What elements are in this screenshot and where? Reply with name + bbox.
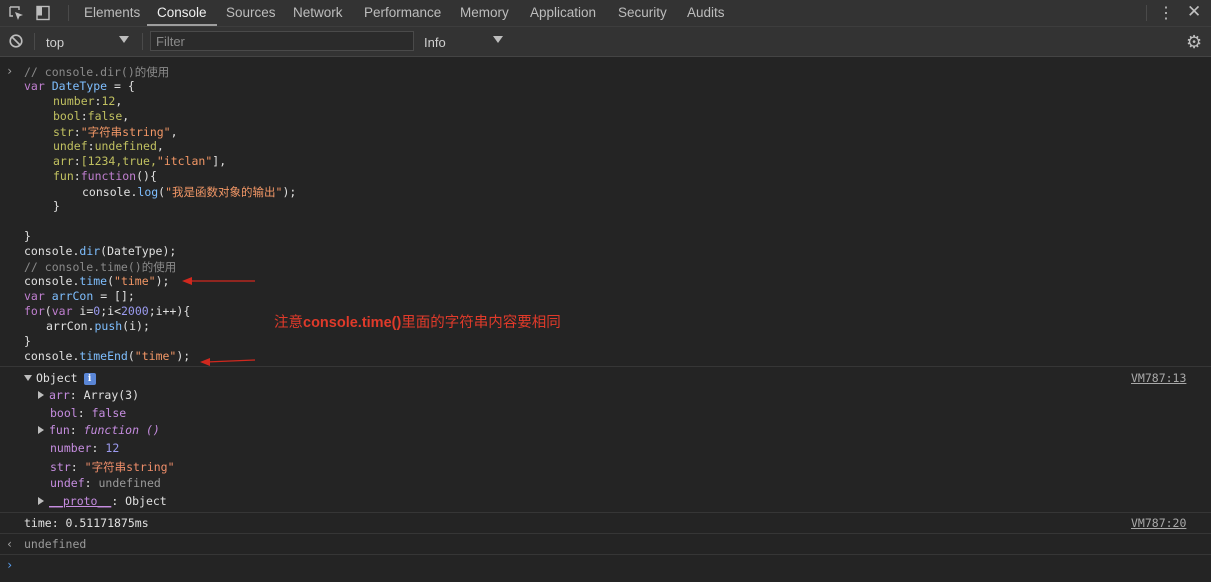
expand-down-icon[interactable]: [24, 375, 32, 381]
console-toolbar: top Filter Info ⚙: [0, 27, 1211, 57]
input-chevron-icon: ›: [6, 64, 14, 78]
object-prop-number: number: 12: [50, 441, 120, 455]
row-separator: [0, 533, 1211, 534]
tab-separator: [68, 5, 69, 21]
code-line: var DateType = {: [24, 79, 135, 93]
tab-security[interactable]: Security: [618, 0, 667, 26]
code-line: }: [53, 199, 60, 213]
devtools-tab-bar: Elements Console Sources Network Perform…: [0, 0, 1211, 27]
source-link[interactable]: VM787:13: [1131, 371, 1186, 385]
object-prop-undef: undef: undefined: [50, 476, 161, 490]
row-separator: [0, 366, 1211, 367]
object-prop-bool: bool: false: [50, 406, 127, 420]
gear-icon[interactable]: ⚙: [1186, 32, 1202, 53]
code-line: console.time("time");: [24, 274, 170, 288]
row-separator: [0, 554, 1211, 555]
code-line: arr:[1234,true,"itclan"],: [53, 154, 227, 168]
code-line: }: [24, 229, 31, 243]
object-prop-fun[interactable]: fun: function (): [38, 423, 160, 437]
code-line: for(var i=0;i<2000;i++){: [24, 304, 191, 318]
code-line: var arrCon = [];: [24, 289, 135, 303]
return-arrow-icon: ‹: [6, 537, 14, 551]
row-separator: [0, 512, 1211, 513]
tab-elements[interactable]: Elements: [84, 0, 140, 26]
code-line: bool:false,: [53, 109, 130, 123]
inspect-icon[interactable]: [8, 5, 24, 21]
expand-right-icon[interactable]: [38, 391, 44, 399]
object-prop-proto[interactable]: __proto__: Object: [38, 494, 167, 508]
context-dropdown-icon[interactable]: [119, 36, 129, 43]
code-comment: // console.dir()的使用: [24, 65, 170, 79]
annotation-note: 注意console.time()里面的字符串内容要相同: [274, 315, 561, 331]
clear-console-icon[interactable]: [9, 34, 23, 48]
log-level-select[interactable]: Info: [424, 35, 446, 50]
code-line: arrCon.push(i);: [46, 319, 150, 333]
code-line: str:"字符串string",: [53, 125, 178, 139]
expand-right-icon[interactable]: [38, 497, 44, 505]
tab-memory[interactable]: Memory: [460, 0, 509, 26]
code-line: console.log("我是函数对象的输出");: [82, 185, 297, 199]
code-line: console.dir(DateType);: [24, 244, 177, 258]
object-prop-arr[interactable]: arr: Array(3): [38, 388, 139, 402]
console-input[interactable]: [20, 556, 1200, 576]
toolbar-separator: [142, 33, 143, 50]
tab-audits[interactable]: Audits: [687, 0, 725, 26]
annotation-arrow: [182, 277, 255, 285]
tab-performance[interactable]: Performance: [364, 0, 441, 26]
code-line: console.timeEnd("time");: [24, 349, 191, 363]
log-level-dropdown-icon[interactable]: [493, 36, 503, 43]
tab-separator-right: [1146, 5, 1147, 21]
tab-sources[interactable]: Sources: [226, 0, 276, 26]
code-line: number:12,: [53, 94, 123, 108]
close-icon[interactable]: ✕: [1187, 2, 1201, 22]
source-link[interactable]: VM787:20: [1131, 516, 1186, 530]
tab-network[interactable]: Network: [293, 0, 343, 26]
code-comment: // console.time()的使用: [24, 260, 177, 274]
code-line: undef:undefined,: [53, 139, 164, 153]
device-toolbar-icon[interactable]: [35, 5, 51, 21]
info-icon[interactable]: i: [83, 373, 96, 385]
time-output: time: 0.51171875ms: [24, 516, 149, 530]
context-select[interactable]: top: [46, 35, 64, 50]
code-line: }: [24, 334, 31, 348]
tab-console[interactable]: Console: [147, 0, 217, 26]
return-value: undefined: [24, 537, 87, 551]
object-root[interactable]: Object i: [24, 371, 96, 385]
object-prop-str: str: "字符串string": [50, 460, 175, 474]
prompt-chevron-icon[interactable]: ›: [6, 558, 13, 572]
filter-input[interactable]: Filter: [150, 31, 414, 51]
code-line: fun:function(){: [53, 169, 157, 183]
kebab-menu-icon[interactable]: ⋮: [1158, 3, 1174, 23]
tab-application[interactable]: Application: [530, 0, 596, 26]
toolbar-separator: [34, 33, 35, 50]
expand-right-icon[interactable]: [38, 426, 44, 434]
